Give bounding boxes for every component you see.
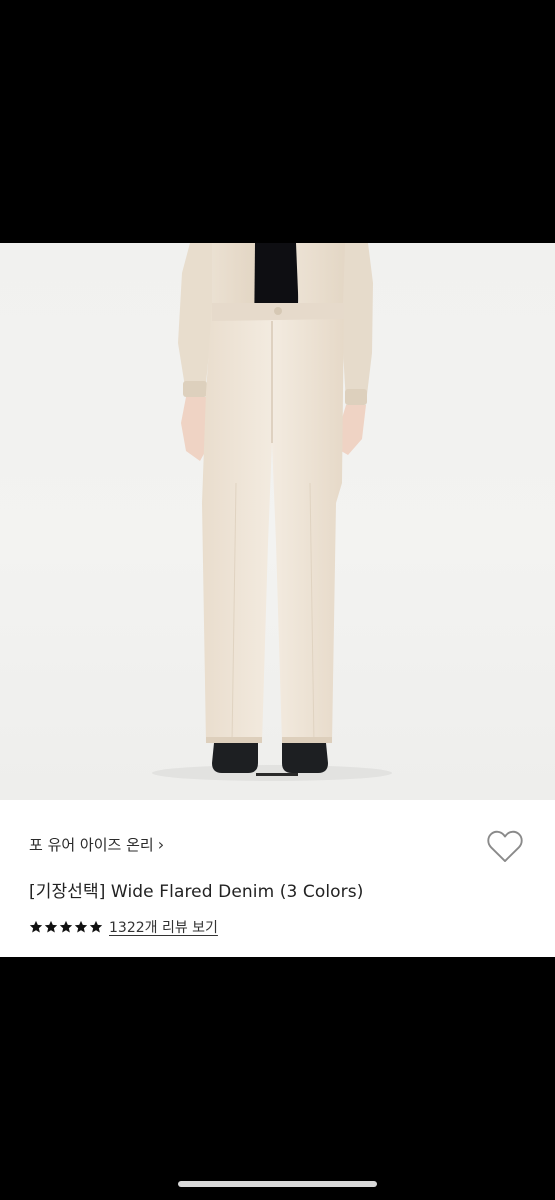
brand-name: 포 유어 아이즈 온리 <box>29 836 154 854</box>
product-photo[interactable] <box>0 243 555 800</box>
bottom-blackout <box>0 957 555 1200</box>
chevron-right-icon: › <box>157 834 165 854</box>
wishlist-button[interactable] <box>486 828 526 866</box>
brand-link[interactable]: 포 유어 아이즈 온리 › <box>29 834 164 855</box>
rating-row: 1322개 리뷰 보기 <box>29 917 218 937</box>
product-title: [기장선택] Wide Flared Denim (3 Colors) <box>29 882 364 902</box>
star-filled-icon <box>89 920 103 933</box>
model-illustration <box>152 243 392 781</box>
product-info-panel: 포 유어 아이즈 온리 › [기장선택] Wide Flared Denim (… <box>0 800 555 957</box>
star-rating <box>29 920 103 934</box>
star-filled-icon <box>44 920 58 933</box>
home-indicator[interactable] <box>178 1181 377 1187</box>
star-filled-icon <box>74 920 88 933</box>
top-blackout <box>0 0 555 243</box>
star-filled-icon <box>29 920 43 933</box>
reviews-link[interactable]: 1322개 리뷰 보기 <box>109 917 218 937</box>
star-filled-icon <box>59 920 73 933</box>
heart-outline-icon <box>487 830 523 862</box>
